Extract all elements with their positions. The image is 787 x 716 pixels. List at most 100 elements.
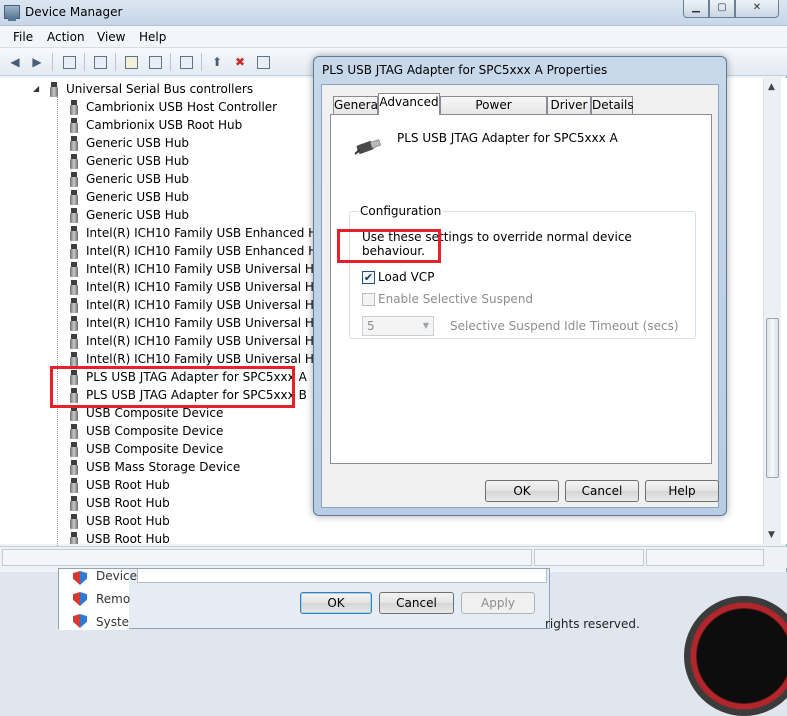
tree-category-usb[interactable]: Universal Serial Bus controllers xyxy=(50,80,253,98)
selective-suspend-checkbox-row[interactable]: Enable Selective Suspend xyxy=(362,292,533,306)
tree-item-label: Generic USB Hub xyxy=(86,154,190,168)
menu-help[interactable]: Help xyxy=(139,30,166,44)
disable-icon[interactable] xyxy=(254,53,272,71)
tree-item[interactable]: USB Composite Device xyxy=(70,422,223,440)
tab-advanced[interactable]: Advanced xyxy=(378,93,440,115)
tree-item[interactable]: Intel(R) ICH10 Family USB Universal Host… xyxy=(70,278,352,296)
scroll-up-icon[interactable]: ▲ xyxy=(768,82,775,92)
usb-device-icon xyxy=(70,495,78,511)
tree-item[interactable]: Intel(R) ICH10 Family USB Universal Host… xyxy=(70,350,352,368)
tree-item-label: USB Composite Device xyxy=(86,406,224,420)
tree-item[interactable]: Intel(R) ICH10 Family USB Universal Host… xyxy=(70,260,352,278)
usb-device-icon xyxy=(70,171,78,187)
behind-sidebar: Device Remo Syste xyxy=(59,569,137,630)
device-name: PLS USB JTAG Adapter for SPC5xxx A xyxy=(397,131,618,145)
tree-item[interactable]: USB Root Hub xyxy=(70,476,170,494)
tab-general[interactable]: General xyxy=(333,96,381,114)
tree-item[interactable]: USB Mass Storage Device xyxy=(70,458,240,476)
scroll-down-icon[interactable]: ▼ xyxy=(768,530,775,540)
scrollbar-thumb[interactable] xyxy=(766,318,779,478)
tree-item[interactable]: Generic USB Hub xyxy=(70,188,189,206)
tree-item[interactable]: Generic USB Hub xyxy=(70,134,189,152)
menu-action[interactable]: Action xyxy=(47,30,85,44)
ok-button[interactable]: OK xyxy=(485,480,559,502)
dialog-body: General Advanced Power Management Driver… xyxy=(321,84,719,508)
vertical-scrollbar[interactable]: ▲ ▼ xyxy=(763,78,781,544)
tab-driver[interactable]: Driver xyxy=(547,96,591,114)
load-vcp-checkbox-row[interactable]: ✔ Load VCP xyxy=(362,270,434,284)
load-vcp-checkbox[interactable]: ✔ xyxy=(362,270,375,284)
toolbar-separator xyxy=(115,53,116,71)
usb-device-icon xyxy=(70,117,78,133)
show-hidden-icon[interactable] xyxy=(146,53,164,71)
close-button[interactable]: ✕ xyxy=(735,0,779,18)
tree-item-label: Generic USB Hub xyxy=(86,136,190,150)
usb-device-icon xyxy=(70,279,78,295)
tree-item[interactable]: USB Composite Device xyxy=(70,440,223,458)
sidebar-link-system[interactable]: Syste xyxy=(96,615,129,629)
usb-device-icon xyxy=(70,405,78,421)
properties-icon[interactable] xyxy=(91,53,109,71)
tree-item-label: USB Composite Device xyxy=(86,442,224,456)
behind-cancel-button[interactable]: Cancel xyxy=(379,592,454,614)
idle-timeout-combo[interactable]: 5 ▼ xyxy=(362,316,434,336)
tree-item[interactable]: USB Root Hub xyxy=(70,512,170,530)
toolbar-separator xyxy=(84,53,85,71)
tree-item[interactable]: USB Composite Device xyxy=(70,404,223,422)
back-arrow-icon[interactable]: ◀ xyxy=(6,53,24,71)
forward-arrow-icon[interactable]: ▶ xyxy=(28,53,46,71)
dialog-title: PLS USB JTAG Adapter for SPC5xxx A Prope… xyxy=(322,63,608,77)
behind-ok-button[interactable]: OK xyxy=(300,592,372,614)
help-button[interactable]: Help xyxy=(645,480,719,502)
idle-timeout-value: 5 xyxy=(367,319,375,333)
tree-item[interactable]: Intel(R) ICH10 Family USB Universal Host… xyxy=(70,314,352,332)
tree-item[interactable]: Intel(R) ICH10 Family USB Universal Host… xyxy=(70,296,352,314)
tree-item[interactable]: USB Root Hub xyxy=(70,530,170,544)
group-title: Configuration xyxy=(358,204,444,218)
usb-device-icon xyxy=(70,297,78,313)
tree-item[interactable]: PLS USB JTAG Adapter for SPC5xxx B xyxy=(70,386,307,404)
maximize-button[interactable]: ▢ xyxy=(709,0,735,18)
collapse-arrow-icon[interactable]: ◢ xyxy=(33,84,39,93)
scan-hardware-icon[interactable] xyxy=(177,53,195,71)
tree-item-label: Intel(R) ICH10 Family USB Universal Host… xyxy=(86,352,352,366)
usb-device-icon xyxy=(70,315,78,331)
tab-power-management[interactable]: Power Management xyxy=(440,96,547,128)
usb-device-icon xyxy=(70,225,78,241)
tree-item[interactable]: PLS USB JTAG Adapter for SPC5xxx A xyxy=(70,368,307,386)
uninstall-icon[interactable]: ✖ xyxy=(231,53,249,71)
tree-item-label: Cambrionix USB Root Hub xyxy=(86,118,243,132)
selective-suspend-checkbox[interactable] xyxy=(362,292,375,306)
update-driver-icon[interactable]: ⬆ xyxy=(208,53,226,71)
tree-item-label: USB Root Hub xyxy=(86,478,170,492)
show-hide-tree-icon[interactable] xyxy=(60,53,78,71)
usb-device-icon xyxy=(70,351,78,367)
tree-item[interactable]: Generic USB Hub xyxy=(70,170,189,188)
sidebar-link-device[interactable]: Device xyxy=(96,569,137,583)
tree-item-label: USB Composite Device xyxy=(86,424,224,438)
menu-bar: File Action View Help xyxy=(0,26,787,48)
shield-icon xyxy=(73,592,87,606)
tab-details[interactable]: Details xyxy=(591,96,634,114)
menu-file[interactable]: File xyxy=(13,30,33,44)
usb-device-icon xyxy=(70,333,78,349)
menu-view[interactable]: View xyxy=(97,30,125,44)
tree-item-label: PLS USB JTAG Adapter for SPC5xxx A xyxy=(86,370,307,384)
tree-item[interactable]: Cambrionix USB Host Controller xyxy=(70,98,277,116)
tree-item-label: Generic USB Hub xyxy=(86,208,190,222)
usb-device-icon xyxy=(70,459,78,475)
cancel-button[interactable]: Cancel xyxy=(565,480,639,502)
toolbar-separator xyxy=(201,53,202,71)
tree-item[interactable]: Cambrionix USB Root Hub xyxy=(70,116,242,134)
tree-item[interactable]: Intel(R) ICH10 Family USB Universal Host… xyxy=(70,332,352,350)
sidebar-link-remote[interactable]: Remo xyxy=(96,592,130,606)
usb-device-icon xyxy=(70,369,78,385)
tree-item[interactable]: Generic USB Hub xyxy=(70,152,189,170)
minimize-button[interactable]: ▁ xyxy=(683,0,709,18)
gadget-icon xyxy=(684,596,787,716)
help-icon[interactable] xyxy=(122,53,140,71)
tree-item[interactable]: USB Root Hub xyxy=(70,494,170,512)
tree-item-label: Generic USB Hub xyxy=(86,172,190,186)
tree-item[interactable]: Generic USB Hub xyxy=(70,206,189,224)
behind-apply-button[interactable]: Apply xyxy=(461,592,535,614)
